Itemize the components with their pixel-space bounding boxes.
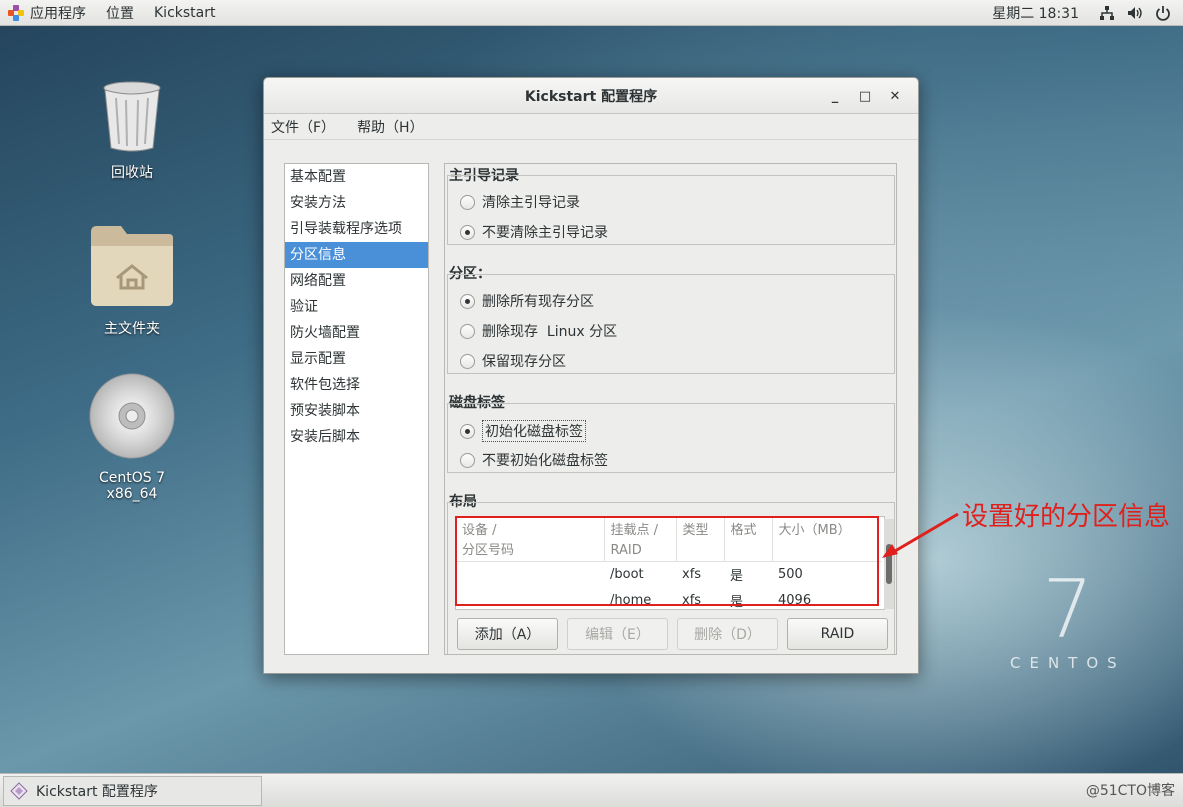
raid-button[interactable]: RAID xyxy=(787,618,888,650)
mbr-keep-label: 不要清除主引导记录 xyxy=(482,225,608,241)
minimize-button[interactable]: _ xyxy=(820,84,850,108)
network-icon[interactable] xyxy=(1099,5,1115,21)
nav-item-pre-script[interactable]: 预安装脚本 xyxy=(285,398,428,424)
desktop-trash[interactable]: 回收站 xyxy=(72,80,192,182)
partitions-remove-all-radio[interactable]: 删除所有现存分区 xyxy=(460,291,594,311)
centos-logo: 7 CENTOS xyxy=(1010,563,1126,673)
disklabel-noinit-radio[interactable]: 不要初始化磁盘标签 xyxy=(460,450,608,470)
apps-icon xyxy=(8,4,24,21)
radio-icon xyxy=(460,323,475,339)
radio-checked-icon xyxy=(460,423,475,439)
annotation-highlight-box xyxy=(455,516,879,606)
partitions-remove-linux-radio[interactable]: 删除现存 Linux 分区 xyxy=(460,321,617,341)
places-menu[interactable]: 位置 xyxy=(96,0,144,26)
nav-item-basic[interactable]: 基本配置 xyxy=(285,164,428,190)
close-button[interactable]: ✕ xyxy=(880,84,910,108)
annotation-text: 设置好的分区信息 xyxy=(962,502,1171,532)
radio-checked-icon xyxy=(460,293,475,309)
disklabel-init-label: 初始化磁盘标签 xyxy=(482,420,586,442)
disc-label: CentOS 7 x86_64 xyxy=(98,470,165,502)
maximize-button[interactable]: □ xyxy=(850,84,880,108)
radio-checked-icon xyxy=(460,224,475,240)
radio-icon xyxy=(460,194,475,210)
add-button[interactable]: 添加（A） xyxy=(457,618,558,650)
applications-label: 应用程序 xyxy=(30,5,86,22)
partitions-keep-radio[interactable]: 保留现存分区 xyxy=(460,351,566,371)
mbr-clear-radio[interactable]: 清除主引导记录 xyxy=(460,192,580,212)
nav-item-install-method[interactable]: 安装方法 xyxy=(285,190,428,216)
app-menu-label: Kickstart xyxy=(154,4,216,21)
window-titlebar[interactable]: Kickstart 配置程序 _ □ ✕ xyxy=(264,78,918,114)
centos-seven: 7 xyxy=(1042,563,1094,656)
top-panel: 应用程序 位置 Kickstart 星期二 18:31 xyxy=(0,0,1183,26)
centos-word: CENTOS xyxy=(1010,654,1126,672)
watermark: @51CTO博客 xyxy=(1085,783,1175,799)
kickstart-app-icon xyxy=(10,782,28,800)
applications-menu[interactable]: 应用程序 xyxy=(0,0,96,26)
partitions-remove-linux-label: 删除现存 Linux 分区 xyxy=(482,324,618,340)
disc-icon xyxy=(89,373,175,459)
mbr-keep-radio[interactable]: 不要清除主引导记录 xyxy=(460,222,608,242)
nav-item-packages[interactable]: 软件包选择 xyxy=(285,372,428,398)
nav-item-network[interactable]: 网络配置 xyxy=(285,268,428,294)
volume-icon[interactable] xyxy=(1127,5,1143,21)
menu-help[interactable]: 帮助（H） xyxy=(357,117,424,137)
partitions-keep-label: 保留现存分区 xyxy=(482,354,566,370)
mbr-clear-label: 清除主引导记录 xyxy=(482,195,580,211)
edit-button[interactable]: 编辑（E） xyxy=(567,618,668,650)
layout-buttons: 添加（A） 编辑（E） 删除（D） RAID xyxy=(457,618,888,650)
desktop-disc[interactable]: CentOS 7 x86_64 xyxy=(72,372,192,502)
taskbar-item-kickstart[interactable]: Kickstart 配置程序 xyxy=(3,776,262,806)
nav-item-auth[interactable]: 验证 xyxy=(285,294,428,320)
clock[interactable]: 星期二 18:31 xyxy=(992,3,1079,23)
disklabel-noinit-label: 不要初始化磁盘标签 xyxy=(482,453,608,469)
menu-file[interactable]: 文件（F） xyxy=(271,117,335,137)
trash-icon xyxy=(103,81,161,152)
nav-item-post-script[interactable]: 安装后脚本 xyxy=(285,424,428,450)
taskbar-item-label: Kickstart 配置程序 xyxy=(36,784,158,800)
window-title: Kickstart 配置程序 xyxy=(524,88,658,105)
power-icon[interactable] xyxy=(1155,5,1171,21)
nav-item-firewall[interactable]: 防火墙配置 xyxy=(285,320,428,346)
home-folder-label: 主文件夹 xyxy=(104,321,160,337)
home-folder-icon xyxy=(91,226,173,306)
trash-label: 回收站 xyxy=(111,165,153,181)
partitions-remove-all-label: 删除所有现存分区 xyxy=(482,294,594,310)
bottom-taskbar: Kickstart 配置程序 @51CTO博客 xyxy=(0,773,1183,807)
nav-item-display[interactable]: 显示配置 xyxy=(285,346,428,372)
nav-item-partitions[interactable]: 分区信息 xyxy=(285,242,428,268)
nav-item-bootloader[interactable]: 引导装载程序选项 xyxy=(285,216,428,242)
menubar: 文件（F） 帮助（H） xyxy=(264,114,918,140)
annotation-arrow-icon xyxy=(882,512,959,558)
section-list: 基本配置 安装方法 引导装载程序选项 分区信息 网络配置 验证 防火墙配置 显示… xyxy=(284,163,429,655)
app-menu[interactable]: Kickstart xyxy=(144,0,225,26)
places-label: 位置 xyxy=(106,5,134,22)
desktop-home-folder[interactable]: 主文件夹 xyxy=(72,222,192,338)
radio-icon xyxy=(460,353,475,369)
delete-button[interactable]: 删除（D） xyxy=(677,618,778,650)
disklabel-init-radio[interactable]: 初始化磁盘标签 xyxy=(460,420,586,442)
radio-icon xyxy=(460,452,475,468)
